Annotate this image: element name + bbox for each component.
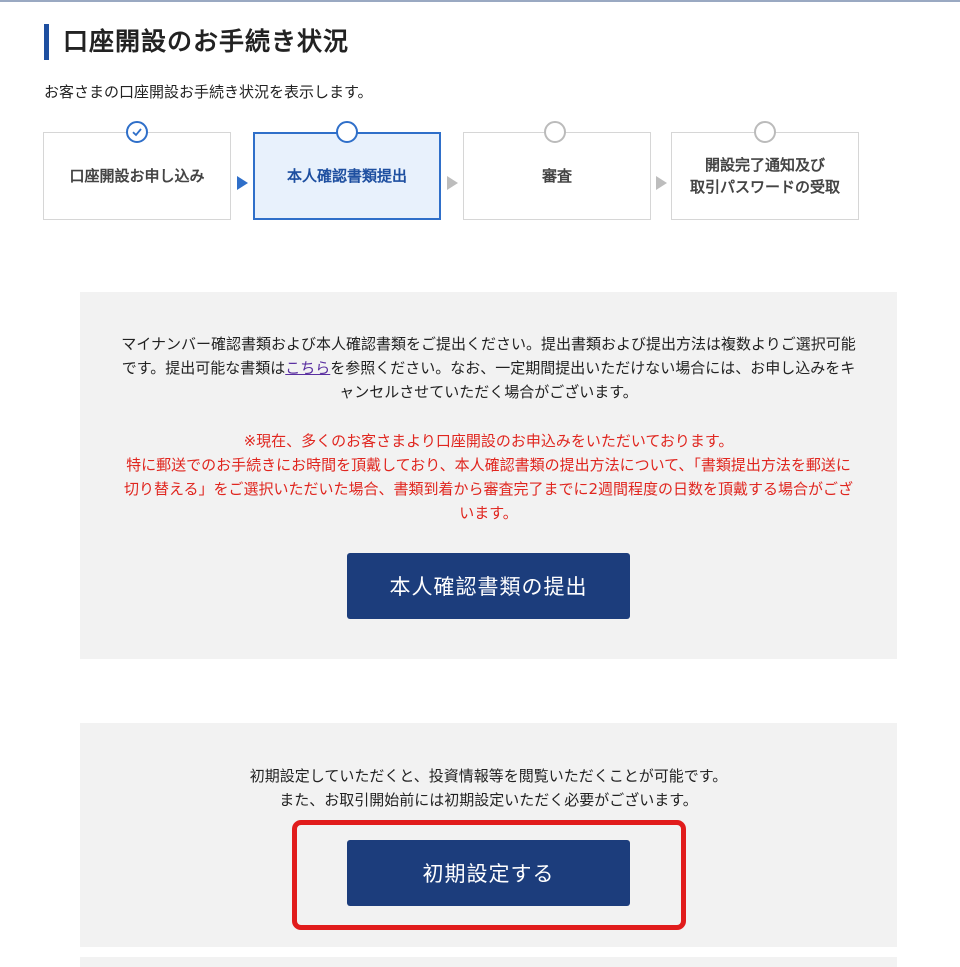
step-label: 審査 — [541, 167, 572, 185]
step-pending-circle-icon — [754, 121, 776, 143]
page-title: 口座開設のお手続き状況 — [44, 24, 349, 60]
settings-line-1: 初期設定していただくと、投資情報等を閲覧いただくことが可能です。 — [249, 767, 728, 785]
notice-text: ※現在、多くのお客さまより口座開設のお申込みをいただいております。 特に郵送での… — [120, 429, 857, 525]
step-current-circle-icon — [336, 121, 358, 143]
step-label: 口座開設お申し込み — [69, 167, 205, 185]
step-application: 口座開設お申し込み — [43, 132, 231, 220]
step-arrow-icon — [447, 176, 458, 190]
step-done-check-icon — [126, 121, 148, 143]
page-description: お客さまの口座開設お手続き状況を表示します。 — [44, 83, 373, 101]
document-list-link[interactable]: こちら — [285, 359, 330, 377]
settings-description: 初期設定していただくと、投資情報等を閲覧いただくことが可能です。 また、お取引開… — [120, 764, 857, 812]
step-pending-circle-icon — [544, 121, 566, 143]
step-label: 本人確認書類提出 — [286, 167, 407, 185]
step-label-line2: 取引パスワードの受取 — [689, 178, 840, 196]
highlight-box — [292, 820, 686, 930]
step-arrow-icon — [237, 176, 248, 190]
submit-id-documents-button[interactable]: 本人確認書類の提出 — [347, 553, 630, 619]
step-completion-notice: 開設完了通知及び 取引パスワードの受取 — [671, 132, 859, 220]
step-review: 審査 — [463, 132, 651, 220]
step-arrow-icon — [656, 176, 667, 190]
notice-line-2: 特に郵送でのお手続きにお時間を頂戴しており、本人確認書類の提出方法について、「書… — [123, 456, 854, 522]
step-id-document-submission: 本人確認書類提出 — [253, 132, 441, 220]
top-divider — [0, 0, 960, 2]
next-panel-edge — [80, 957, 897, 967]
instructions-text-continued: を参照ください。なお、一定期間提出いただけない場合には、お申し込みをキャンセルさ… — [330, 359, 856, 401]
settings-line-2: また、お取引開始前には初期設定いただく必要がございます。 — [279, 791, 698, 809]
document-instructions: マイナンバー確認書類および本人確認書類をご提出ください。提出書類および提出方法は… — [120, 332, 857, 404]
step-label-line1: 開設完了通知及び — [704, 156, 825, 174]
notice-line-1: ※現在、多くのお客さまより口座開設のお申込みをいただいております。 — [243, 432, 734, 450]
document-submission-panel: マイナンバー確認書類および本人確認書類をご提出ください。提出書類および提出方法は… — [80, 292, 897, 659]
